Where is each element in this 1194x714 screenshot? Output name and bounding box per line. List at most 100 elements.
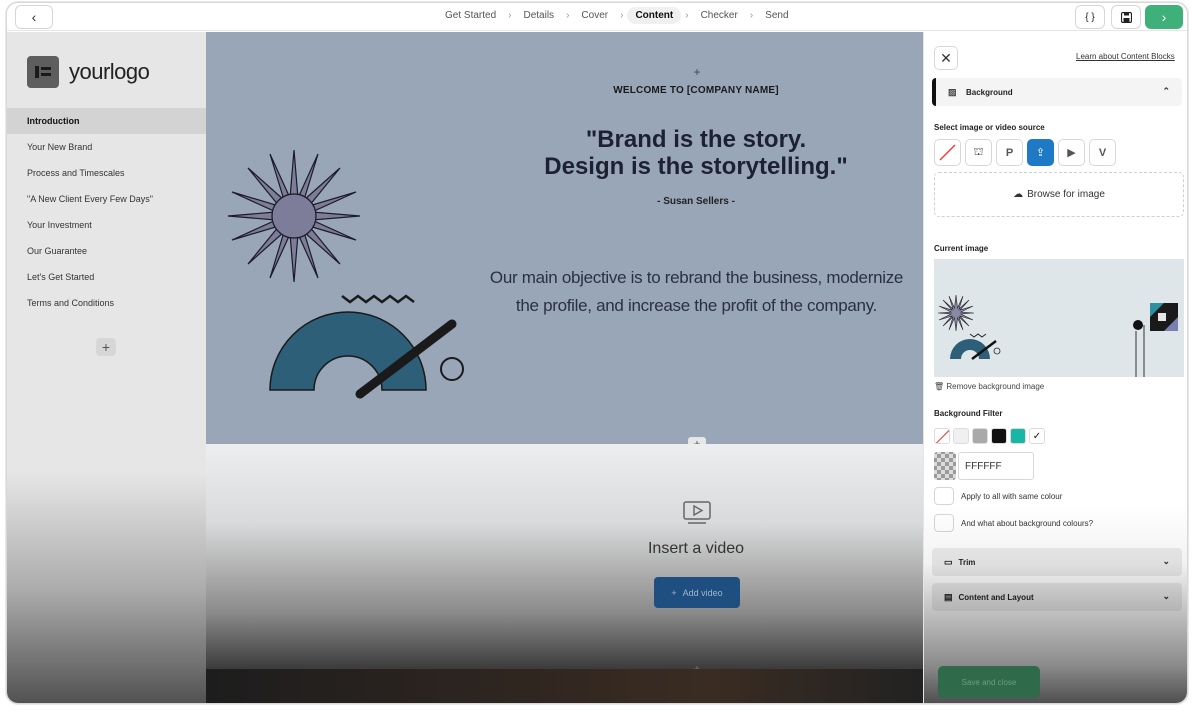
pexels-source-button[interactable]: P [996, 139, 1023, 166]
swatch-grey[interactable] [972, 428, 988, 444]
image-icon: ▨ [948, 86, 957, 97]
sidebar-item-process-timescales[interactable]: Process and Timescales [7, 160, 206, 186]
app-window: ‹ Get Started › Details › Cover › Conten… [6, 2, 1188, 704]
bg-colours-row: And what about background colours? [934, 514, 1093, 532]
top-bar: ‹ Get Started › Details › Cover › Conten… [7, 3, 1187, 31]
current-image-preview [934, 259, 1184, 377]
add-video-label: Add video [682, 587, 723, 598]
browse-label: Browse for image [1027, 189, 1105, 200]
upload-icon: ⇪ [1035, 147, 1046, 159]
learn-content-blocks-link[interactable]: Learn about Content Blocks [1076, 52, 1175, 61]
sidebar-item-lets-get-started[interactable]: Let's Get Started [7, 264, 206, 290]
decorative-illustration [227, 149, 464, 399]
next-block-preview [206, 669, 923, 703]
logo-text: yourlogo [69, 59, 150, 84]
sidebar-item-your-investment[interactable]: Your Investment [7, 212, 206, 238]
sidebar-item-introduction[interactable]: Introduction [7, 108, 206, 134]
monitor-icon: ▭ [944, 556, 953, 567]
step-get-started[interactable]: Get Started [437, 7, 504, 24]
code-button[interactable]: { } [1075, 5, 1105, 29]
trim-accordion[interactable]: ▭ Trim ⌄ [932, 548, 1182, 576]
welcome-heading: WELCOME TO [COMPANY NAME] [613, 85, 779, 96]
layout-icon: ▤ [944, 591, 953, 602]
save-button[interactable] [1111, 5, 1141, 29]
swatch-none[interactable] [934, 428, 950, 444]
background-accordion-label: Background [966, 87, 1013, 97]
close-button[interactable]: ✕ [934, 46, 958, 70]
vimeo-icon: V [1098, 146, 1107, 159]
swatch-teal[interactable] [1010, 428, 1026, 444]
sidebar-item-terms[interactable]: Terms and Conditions [7, 290, 206, 316]
trim-label: Trim [958, 557, 976, 567]
step-checker[interactable]: Checker [693, 7, 746, 24]
apply-all-checkbox[interactable] [934, 487, 954, 505]
source-picker: ⛫ P ⇪ ▶ V [934, 139, 1116, 166]
settings-panel: ✕ Learn about Content Blocks ▨ Backgroun… [923, 32, 1187, 703]
sidebar: yourlogo Introduction Your New Brand Pro… [7, 32, 206, 703]
transparency-chip[interactable] [934, 452, 956, 480]
step-details[interactable]: Details [515, 7, 562, 24]
chevron-down-icon: ⌄ [1162, 591, 1170, 601]
youtube-source-button[interactable]: ▶ [1058, 139, 1085, 166]
swatch-light-grey[interactable] [953, 428, 969, 444]
back-button[interactable]: ‹ [15, 5, 53, 29]
add-section-button[interactable]: + [96, 338, 116, 356]
chevron-right-icon: › [508, 10, 512, 21]
floppy-disk-icon [1120, 11, 1132, 23]
sidebar-item-new-client[interactable]: "A New Client Every Few Days" [7, 186, 206, 212]
plus-icon[interactable]: + [688, 65, 706, 79]
sidebar-item-your-new-brand[interactable]: Your New Brand [7, 134, 206, 160]
close-icon: ✕ [940, 49, 952, 66]
objective-line: the profile, and increase the profit of … [515, 296, 878, 315]
save-and-close-button[interactable]: Save and close [938, 666, 1040, 698]
add-video-button[interactable]: + Add video [654, 577, 740, 608]
pexels-icon: P [1005, 146, 1014, 159]
browse-image-button[interactable]: ☁ Browse for image [934, 172, 1184, 217]
chevron-down-icon: ⌄ [1162, 556, 1170, 566]
step-cover[interactable]: Cover [573, 7, 616, 24]
apply-all-row: Apply to all with same colour [934, 487, 1062, 505]
apply-all-label: Apply to all with same colour [961, 491, 1063, 501]
quote-text: "Brand is the story. Design is the story… [506, 126, 886, 180]
logo-mark-icon [27, 56, 59, 88]
bg-colours-checkbox[interactable] [934, 514, 954, 532]
video-title: Insert a video [647, 540, 745, 557]
hero-block[interactable]: + WELCOME TO [COMPANY NAME] "Brand is th… [206, 32, 923, 444]
swatch-black[interactable] [991, 428, 1007, 444]
stock-icon: ⛫ [973, 145, 984, 158]
step-breadcrumb: Get Started › Details › Cover › Content … [437, 7, 797, 24]
filter-swatches: ✓ [934, 428, 1045, 444]
plus-icon: + [671, 587, 677, 598]
chevron-right-icon: › [685, 10, 689, 21]
cloud-upload-icon: ☁ [1013, 189, 1024, 200]
swatch-selected[interactable]: ✓ [1029, 428, 1045, 444]
stock-source-button[interactable]: ⛫ [965, 139, 992, 166]
step-content[interactable]: Content [627, 7, 682, 24]
video-block[interactable] [206, 444, 923, 669]
remove-background-label: Remove background image [946, 382, 1045, 391]
sidebar-item-our-guarantee[interactable]: Our Guarantee [7, 238, 206, 264]
chevron-up-icon: ⌃ [1162, 86, 1170, 96]
quote-line: Design is the storytelling." [544, 153, 848, 180]
content-layout-accordion[interactable]: ▤ Content and Layout ⌄ [932, 583, 1182, 611]
objective-text: Our main objective is to rebrand the bus… [484, 264, 909, 320]
vimeo-source-button[interactable]: V [1089, 139, 1116, 166]
step-send[interactable]: Send [757, 7, 796, 24]
colour-input-row: FFFFFF [934, 452, 1034, 480]
chevron-right-icon: › [1161, 9, 1167, 25]
content-layout-label: Content and Layout [958, 592, 1034, 602]
upload-source-button[interactable]: ⇪ [1027, 139, 1054, 166]
background-accordion[interactable]: ▨ Background ⌃ [932, 78, 1182, 106]
content-canvas: + WELCOME TO [COMPANY NAME] "Brand is th… [206, 32, 923, 703]
select-source-label: Select image or video source [934, 123, 1045, 132]
hex-colour-input[interactable]: FFFFFF [958, 452, 1034, 480]
overlay-shade [7, 472, 206, 703]
current-image-label: Current image [934, 244, 989, 253]
background-filter-label: Background Filter [934, 409, 1003, 418]
none-source-button[interactable] [934, 139, 961, 166]
chevron-left-icon: ‹ [31, 9, 37, 25]
trash-icon: 🗑 [934, 382, 945, 391]
next-button[interactable]: › [1145, 5, 1183, 29]
remove-background-link[interactable]: 🗑 Remove background image [934, 382, 1044, 391]
bg-colours-label: And what about background colours? [961, 518, 1094, 528]
